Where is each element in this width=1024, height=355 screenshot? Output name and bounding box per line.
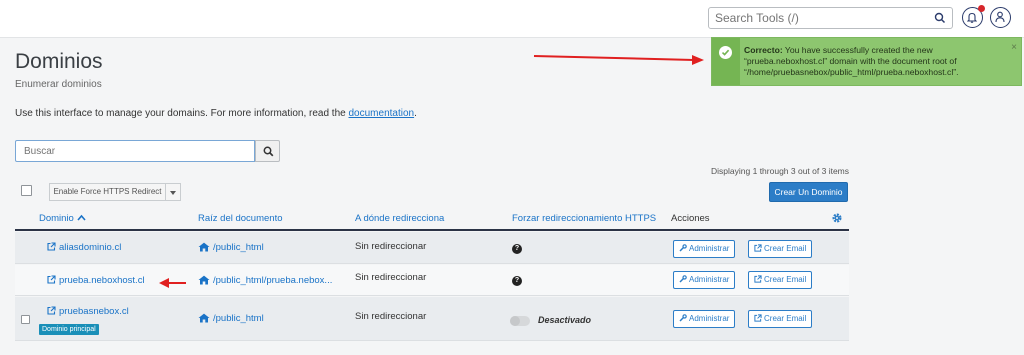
force-https-status: Desactivado [538, 315, 592, 325]
table-row: pruebasnebox.cl Dominio principal /publi… [15, 297, 849, 341]
help-icon[interactable]: ? [512, 244, 522, 254]
external-link-icon [47, 275, 56, 284]
column-actions: Acciones [671, 213, 710, 224]
wrench-icon [679, 314, 687, 322]
redirect-text: Sin redireccionar [355, 311, 427, 322]
gear-icon[interactable] [831, 212, 843, 224]
column-domain-label: Dominio [39, 213, 74, 224]
external-link-icon [47, 306, 56, 315]
domain-link[interactable]: pruebasnebox.cl [47, 306, 129, 317]
domain-link[interactable]: prueba.neboxhost.cl [47, 275, 145, 286]
domain-search-box[interactable] [15, 140, 255, 162]
success-alert: Correcto: You have successfully created … [711, 37, 1022, 86]
create-email-button[interactable]: Crear Email [748, 240, 813, 258]
create-email-button[interactable]: Crear Email [748, 310, 813, 328]
table-header: Dominio Raíz del documento A dónde redir… [15, 207, 849, 231]
column-docroot[interactable]: Raíz del documento [198, 213, 283, 224]
domain-search-button[interactable] [255, 140, 280, 162]
manage-button[interactable]: Administrar [673, 310, 736, 328]
column-force-https[interactable]: Forzar redireccionamiento HTTPS [512, 213, 656, 224]
docroot-text: /public_html [213, 313, 264, 324]
wrench-icon [679, 275, 687, 283]
force-https-dropdown[interactable] [166, 183, 181, 201]
alert-message: Correcto: You have successfully created … [744, 45, 1009, 78]
docroot-link[interactable]: /public_html [198, 313, 264, 324]
domain-name: aliasdominio.cl [59, 242, 122, 253]
external-link-icon [47, 242, 56, 251]
home-icon [198, 242, 210, 252]
docroot-text: /public_html [213, 242, 264, 253]
domain-search-input[interactable] [16, 141, 251, 162]
manage-button[interactable]: Administrar [673, 271, 736, 289]
manage-label: Administrar [689, 314, 730, 323]
bell-icon [967, 12, 977, 23]
row-checkbox[interactable] [21, 315, 30, 324]
help-icon[interactable]: ? [512, 276, 522, 286]
create-email-label: Crear Email [764, 314, 807, 323]
docroot-link[interactable]: /public_html [198, 242, 264, 253]
pagination-info: Displaying 1 through 3 out of 3 items [711, 166, 849, 176]
column-redirect[interactable]: A dónde redirecciona [355, 213, 444, 224]
search-icon[interactable] [934, 12, 946, 24]
docroot-text: /public_html/prueba.nebox... [213, 275, 333, 286]
column-domain[interactable]: Dominio [39, 213, 86, 224]
redirect-text: Sin redireccionar [355, 241, 427, 252]
external-link-icon [754, 244, 762, 252]
intro-text-body: Use this interface to manage your domain… [15, 108, 349, 119]
primary-domain-badge: Dominio principal [39, 324, 99, 335]
home-icon [198, 313, 210, 323]
select-all-checkbox[interactable] [21, 185, 32, 196]
notifications-button[interactable] [962, 5, 985, 28]
search-tools-input[interactable] [709, 8, 919, 28]
top-bar [0, 0, 1024, 38]
domain-name: pruebasnebox.cl [59, 306, 129, 317]
intro-text: Use this interface to manage your domain… [15, 108, 417, 119]
external-link-icon [754, 275, 762, 283]
force-https-toggle[interactable] [510, 316, 530, 326]
docroot-link[interactable]: /public_html/prueba.nebox... [198, 275, 332, 286]
user-icon [995, 11, 1005, 23]
check-circle-icon [719, 46, 732, 59]
annotation-arrow-to-alert [533, 55, 704, 65]
redirect-text: Sin redireccionar [355, 272, 427, 283]
force-https-button[interactable]: Enable Force HTTPS Redirect [49, 183, 166, 201]
user-menu-button[interactable] [990, 7, 1011, 28]
create-domain-button[interactable]: Crear Un Dominio [769, 182, 848, 202]
external-link-icon [754, 314, 762, 322]
alert-close-button[interactable]: × [1011, 42, 1017, 53]
table-row: aliasdominio.cl /public_html Sin redirec… [15, 232, 849, 264]
page-title: Dominios [15, 50, 103, 73]
create-email-label: Crear Email [764, 244, 807, 253]
manage-button[interactable]: Administrar [673, 240, 736, 258]
domain-link[interactable]: aliasdominio.cl [47, 242, 121, 253]
search-icon [263, 146, 274, 157]
alert-strong: Correcto: [744, 45, 783, 55]
create-email-label: Crear Email [764, 275, 807, 284]
manage-label: Administrar [689, 275, 730, 284]
create-email-button[interactable]: Crear Email [748, 271, 813, 289]
search-tools-box[interactable] [708, 7, 953, 29]
table-row: prueba.neboxhost.cl /public_html/prueba.… [15, 265, 849, 296]
notification-dot [978, 5, 985, 12]
home-icon [198, 275, 210, 285]
sort-up-icon [76, 214, 86, 221]
domain-name: prueba.neboxhost.cl [59, 275, 145, 286]
manage-label: Administrar [689, 244, 730, 253]
wrench-icon [679, 244, 687, 252]
intro-text-end: . [414, 108, 417, 119]
page-subtitle: Enumerar dominios [15, 79, 102, 90]
alert-stripe [712, 38, 740, 85]
documentation-link[interactable]: documentation [349, 108, 415, 119]
